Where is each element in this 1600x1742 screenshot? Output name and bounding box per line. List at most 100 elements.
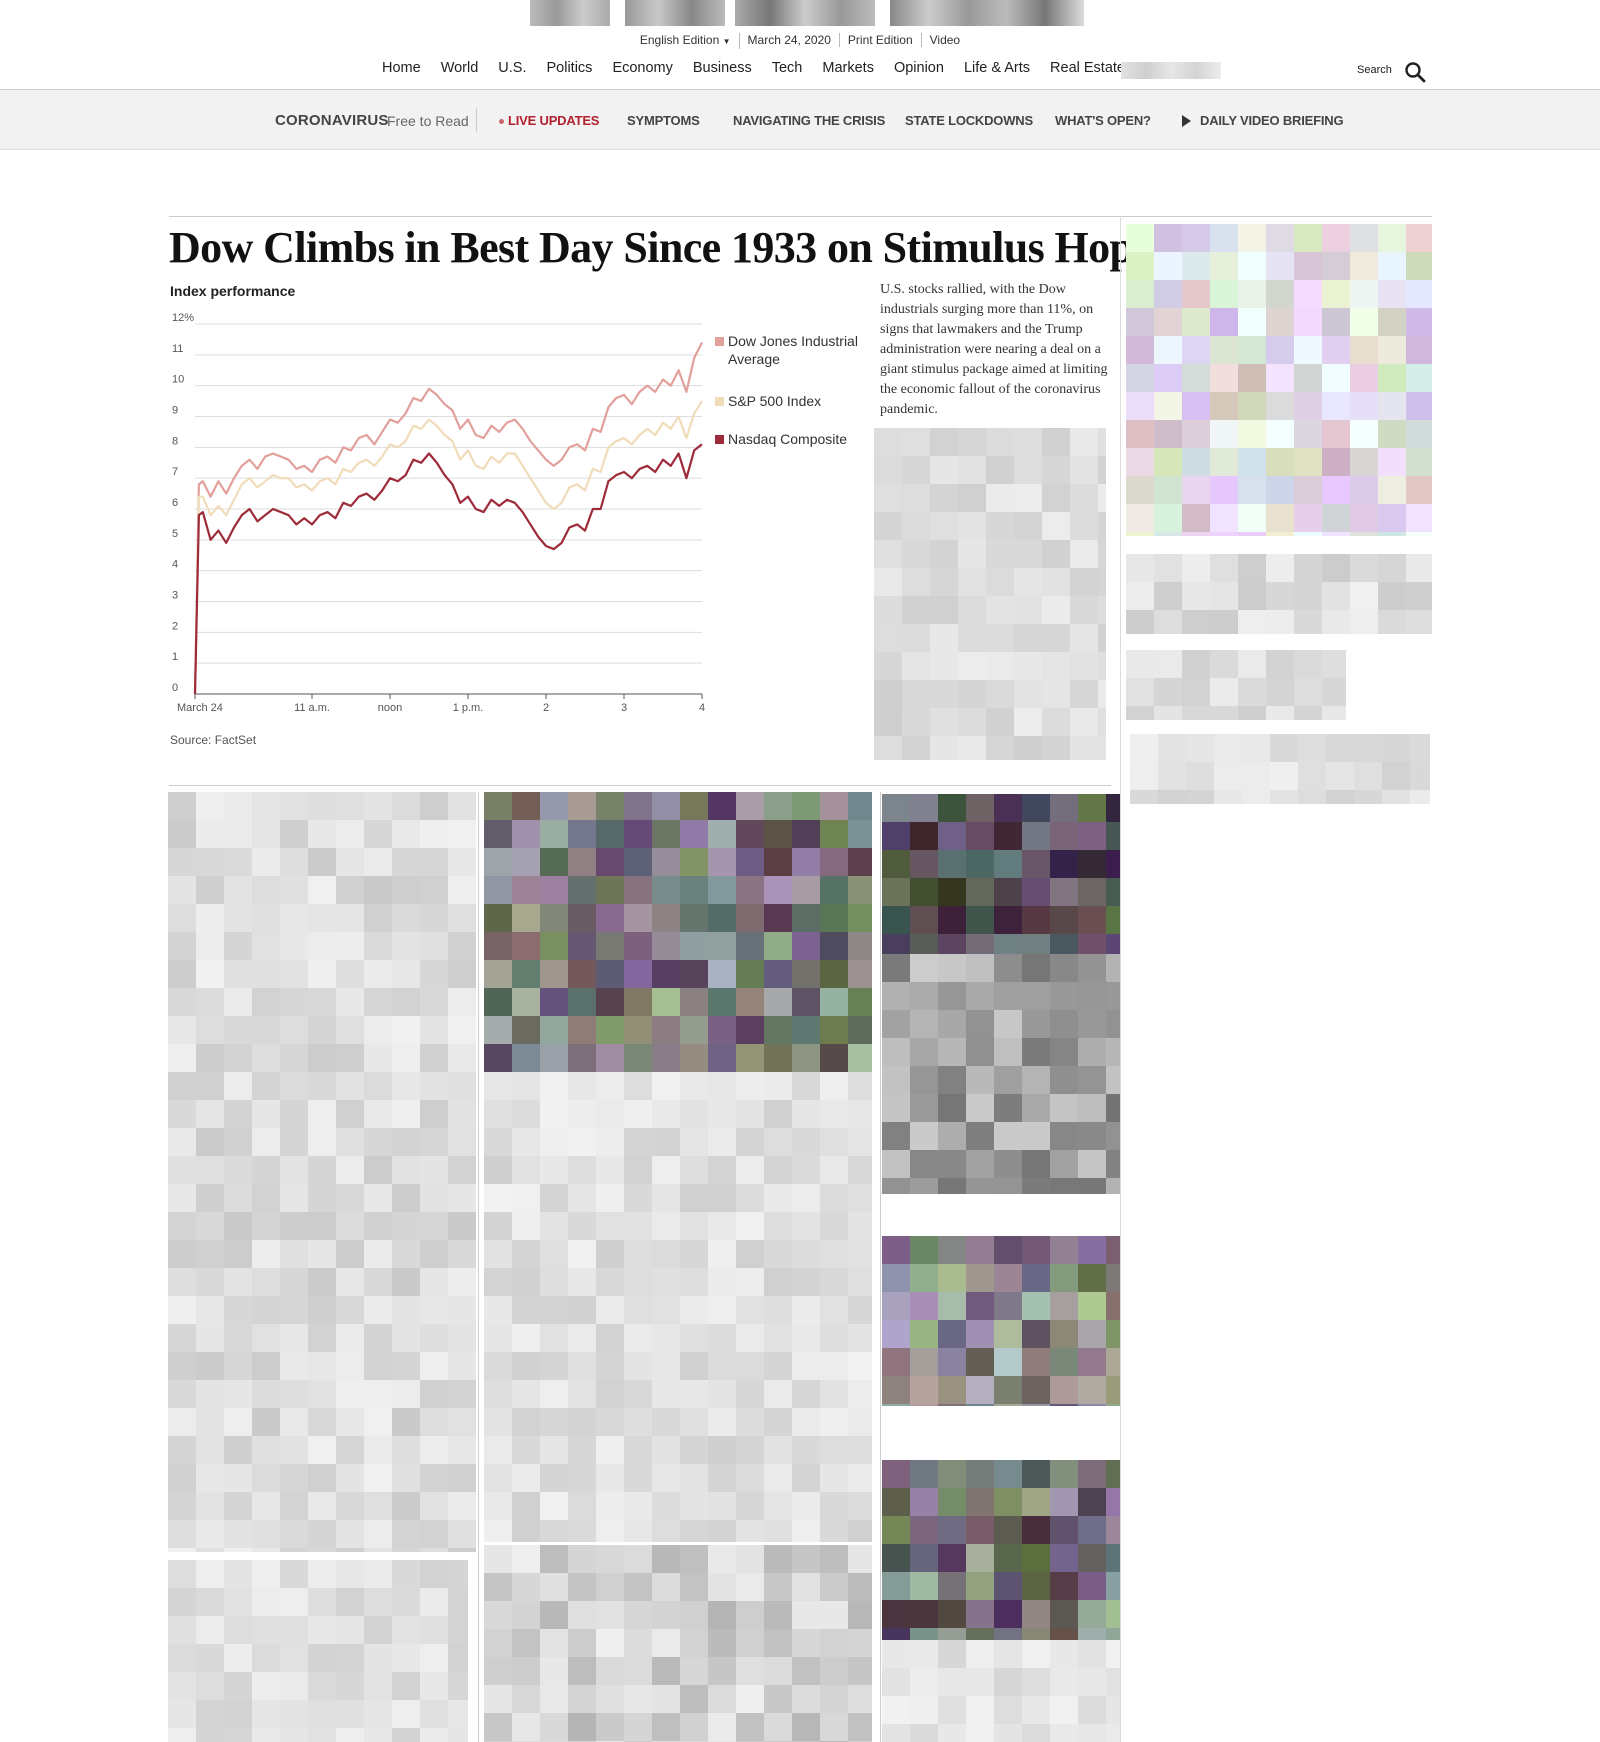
blur-cell [848,1573,872,1601]
blur-cell [1378,308,1406,336]
blurred-rail-story[interactable] [1126,650,1346,720]
blur-cell [448,960,476,988]
nav-item-us[interactable]: U.S. [498,60,526,82]
blurred-photo[interactable] [882,794,1120,954]
state-lockdowns-link[interactable]: STATE LOCKDOWNS [905,113,1033,128]
symptoms-link[interactable]: SYMPTOMS [627,113,700,128]
blur-cell [938,1010,966,1038]
live-updates-link[interactable]: LIVE UPDATES [508,113,599,128]
edition-selector[interactable]: English Edition ▼ [632,33,740,49]
blurred-rail-story[interactable] [1130,734,1430,804]
blur-cell [224,1128,252,1156]
blurred-column-left[interactable] [168,792,476,1552]
blur-cell [540,1492,568,1520]
nav-item-home[interactable]: Home [382,60,421,82]
blur-cell [168,1548,196,1552]
blurred-photo[interactable] [882,1236,1120,1406]
blur-cell [336,904,364,932]
blur-cell [882,1640,910,1668]
blur-cell [1182,420,1210,448]
blur-cell [308,1408,336,1436]
blur-cell [1158,790,1186,804]
nav-item-business[interactable]: Business [693,60,752,82]
blur-cell [1182,678,1210,706]
blurred-photo[interactable] [882,954,1120,1194]
nav-item-world[interactable]: World [441,60,479,82]
chevron-down-icon: ▼ [722,37,731,46]
video-link[interactable]: Video [922,33,968,47]
blur-cell [392,1672,420,1700]
blur-cell [1050,1348,1078,1376]
blur-cell [224,988,252,1016]
blur-cell [938,1668,966,1696]
nav-item-tech[interactable]: Tech [772,60,803,82]
blurred-story-list[interactable] [874,428,1106,760]
blurred-column-right-more[interactable] [882,1640,1120,1742]
blur-cell [1350,532,1378,536]
nav-item-opinion[interactable]: Opinion [894,60,944,82]
blur-cell [938,1178,966,1194]
blur-cell [252,1464,280,1492]
blur-cell [596,1128,624,1156]
blur-cell [364,1700,392,1728]
blurred-rail-story[interactable] [1126,554,1432,634]
search-label[interactable]: Search [1357,64,1392,76]
blur-cell [966,1544,994,1572]
nav-item-real-estate[interactable]: Real Estate [1050,60,1125,82]
blur-cell [966,1516,994,1544]
blur-cell [336,1728,364,1742]
navigating-crisis-link[interactable]: NAVIGATING THE CRISIS [733,113,885,128]
daily-video-briefing-link[interactable]: DAILY VIDEO BRIEFING [1200,113,1344,128]
blur-cell [966,1376,994,1404]
divider [476,108,477,132]
blur-cell [736,1044,764,1072]
blur-cell [224,1212,252,1240]
coronavirus-title[interactable]: CORONAVIRUS [275,112,389,129]
blur-cell [820,1100,848,1128]
blurred-market-data[interactable] [1126,224,1432,536]
blur-cell [336,1100,364,1128]
blurred-photo[interactable] [484,792,872,1072]
blur-cell [736,1520,764,1542]
blur-cell [882,794,910,822]
blur-cell [1014,512,1042,540]
blurred-column-middle[interactable] [484,1072,872,1542]
blur-cell [958,736,986,760]
search-icon[interactable] [1404,61,1426,83]
blurred-column-left-more[interactable] [168,1560,468,1742]
nav-item-politics[interactable]: Politics [547,60,593,82]
blur-cell [1022,1668,1050,1696]
blur-cell [540,1016,568,1044]
legend-swatch [715,337,724,346]
blurred-photo[interactable] [882,1460,1120,1640]
blur-cell [1106,794,1120,822]
blur-cell [792,1324,820,1352]
blurred-column-middle-more[interactable] [484,1545,872,1742]
nav-item-economy[interactable]: Economy [612,60,672,82]
blur-cell [1154,678,1182,706]
blur-cell [392,1044,420,1072]
blur-cell [764,1212,792,1240]
blur-cell [596,1629,624,1657]
print-edition-link[interactable]: Print Edition [840,33,922,47]
blur-cell [1242,762,1270,790]
nav-item-blurred[interactable] [1121,62,1221,79]
blur-cell [196,820,224,848]
blur-cell [568,1128,596,1156]
blur-cell [364,1352,392,1380]
nav-item-markets[interactable]: Markets [822,60,874,82]
blur-cell [224,1072,252,1100]
blur-cell [764,876,792,904]
blur-cell [994,1150,1022,1178]
blur-cell [764,1436,792,1464]
column-divider [478,792,479,1742]
blur-cell [540,1072,568,1100]
lead-headline[interactable]: Dow Climbs in Best Day Since 1933 on Sti… [169,222,1169,273]
masthead-logo[interactable] [530,0,1084,28]
blur-cell [624,932,652,960]
blur-cell [392,1520,420,1548]
blur-cell [764,1657,792,1685]
nav-item-life-arts[interactable]: Life & Arts [964,60,1030,82]
blur-cell [1154,224,1182,252]
whats-open-link[interactable]: WHAT'S OPEN? [1055,113,1151,128]
